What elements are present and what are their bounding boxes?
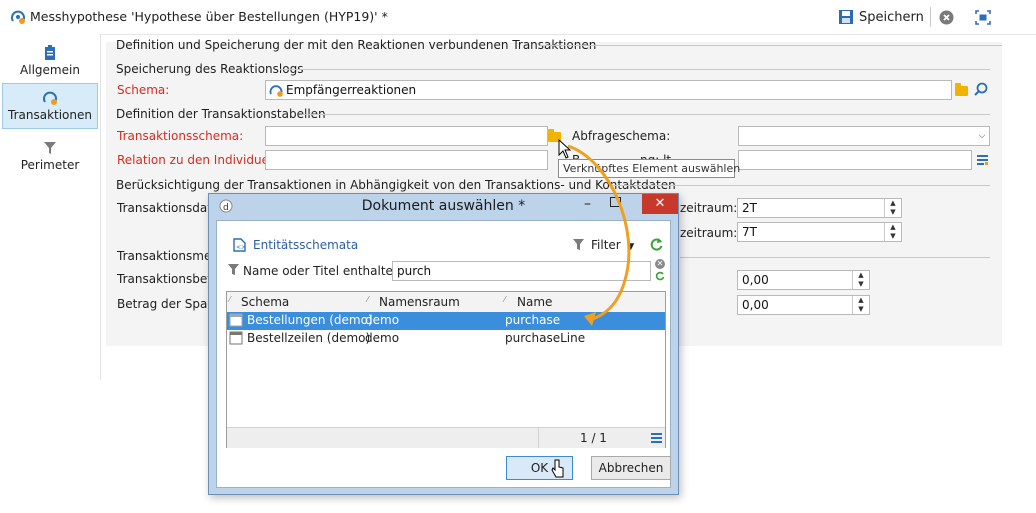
save-label: Speichern xyxy=(859,9,924,25)
section-heading-storage: Speicherung des Reaktionslogs xyxy=(116,62,304,76)
schema-cell: Bestellzeilen (demo) xyxy=(247,331,371,345)
period1-stepper[interactable]: ▲ ▼ xyxy=(884,199,901,217)
save-button[interactable]: Speichern xyxy=(838,7,924,27)
behavior-field[interactable] xyxy=(738,150,972,170)
query-schema-select[interactable] xyxy=(738,126,990,146)
reaction-schema-icon xyxy=(269,85,283,97)
schema-cell: Bestellungen (demo) xyxy=(247,313,373,327)
sidebar-item-perimeter[interactable]: Perimeter xyxy=(2,136,98,178)
table-footer: 1 / 1 xyxy=(227,427,665,448)
sort-icon: ⁄ xyxy=(504,295,506,304)
folder-icon[interactable] xyxy=(955,83,969,96)
sidebar-item-label: Allgemein xyxy=(20,63,80,77)
namespace-cell: demo xyxy=(365,313,400,327)
search-icon[interactable] xyxy=(974,82,988,96)
transaction-date-label: Transaktionsdatu xyxy=(117,201,220,215)
sidebar: Allgemein Transaktionen Perimeter xyxy=(0,34,101,380)
amount1-field[interactable]: 0,00 ▲ ▼ xyxy=(737,270,870,290)
period2-stepper[interactable]: ▲ ▼ xyxy=(884,223,901,241)
schema-field[interactable]: Empfängerreaktionen xyxy=(265,80,952,100)
save-icon xyxy=(839,10,853,24)
divider xyxy=(538,428,539,448)
menu-icon[interactable] xyxy=(651,433,662,443)
period1-label: zeitraum: xyxy=(680,201,738,215)
section-heading-definition: Definition und Speicherung der mit den R… xyxy=(116,38,597,52)
amount2-field[interactable]: 0,00 ▲ ▼ xyxy=(737,295,870,315)
schema-label: Schema: xyxy=(117,83,170,97)
clipboard-icon xyxy=(45,45,55,60)
divider xyxy=(540,45,1002,46)
sort-icon: ⁄ xyxy=(367,295,369,304)
namespace-cell: demo xyxy=(365,331,400,345)
sidebar-item-allgemein[interactable]: Allgemein xyxy=(2,40,98,82)
list-edit-icon[interactable] xyxy=(976,153,989,166)
hand-cursor-icon xyxy=(551,459,564,478)
table-schema-icon xyxy=(229,331,243,345)
funnel-icon xyxy=(44,142,56,154)
sidebar-item-transaktionen[interactable]: Transaktionen xyxy=(2,83,98,129)
amount1-stepper[interactable]: ▲ ▼ xyxy=(852,271,869,289)
transaction-schema-field[interactable] xyxy=(265,126,548,146)
relation-field[interactable] xyxy=(265,150,548,170)
mouse-cursor-icon xyxy=(558,139,571,159)
transaction-schema-label: Transaktionsschema: xyxy=(117,129,244,143)
amount2-value: 0,00 xyxy=(742,298,769,312)
section-heading-tables: Definition der Transaktionstabellen xyxy=(116,107,326,121)
search-value: purch xyxy=(397,264,432,278)
divider xyxy=(280,69,990,70)
schema-document-icon: <> xyxy=(233,238,246,252)
table-schema-icon xyxy=(229,313,243,327)
period2-field[interactable]: 7T ▲ ▼ xyxy=(737,222,902,242)
column-header-name[interactable]: Name xyxy=(517,295,552,309)
schema-value: Empfängerreaktionen xyxy=(286,83,417,97)
period2-label: zeitraum: xyxy=(680,226,738,240)
maximize-icon[interactable] xyxy=(975,10,991,25)
title-bar: Messhypothese 'Hypothese über Bestellung… xyxy=(0,0,1036,35)
sort-icon: ⁄ xyxy=(229,295,231,304)
amount2-stepper[interactable]: ▲ ▼ xyxy=(852,296,869,314)
period1-field[interactable]: 2T ▲ ▼ xyxy=(737,198,902,218)
amount1-value: 0,00 xyxy=(742,273,769,287)
window-title: Messhypothese 'Hypothese über Bestellung… xyxy=(30,9,388,24)
pagination-text: 1 / 1 xyxy=(580,431,607,445)
hypothesis-icon xyxy=(11,10,25,24)
toolbar-separator xyxy=(930,7,931,27)
sidebar-item-label: Perimeter xyxy=(20,158,80,172)
cancel-button[interactable]: Abbrechen xyxy=(591,456,671,480)
period1-value: 2T xyxy=(742,201,757,215)
divider xyxy=(612,185,990,186)
hypothesis-icon xyxy=(43,91,57,105)
chevron-down-icon[interactable]: ⌵ xyxy=(975,127,989,145)
folder-label[interactable]: Entitätsschemata xyxy=(253,238,358,252)
funnel-icon xyxy=(228,264,239,275)
divider xyxy=(302,114,990,115)
annotation-arrow xyxy=(567,144,631,326)
sidebar-item-label: Transaktionen xyxy=(8,108,92,122)
relation-label: Relation zu den Individuen: xyxy=(117,153,281,167)
column-header-schema[interactable]: Schema xyxy=(241,295,289,309)
svg-text:<>: <> xyxy=(236,244,246,251)
cancel-icon[interactable] xyxy=(939,10,954,25)
column-header-namespace[interactable]: Namensraum xyxy=(379,295,460,309)
period2-value: 7T xyxy=(742,225,757,239)
divider xyxy=(680,257,990,258)
search-label: Name oder Titel enthalten: xyxy=(243,264,405,278)
